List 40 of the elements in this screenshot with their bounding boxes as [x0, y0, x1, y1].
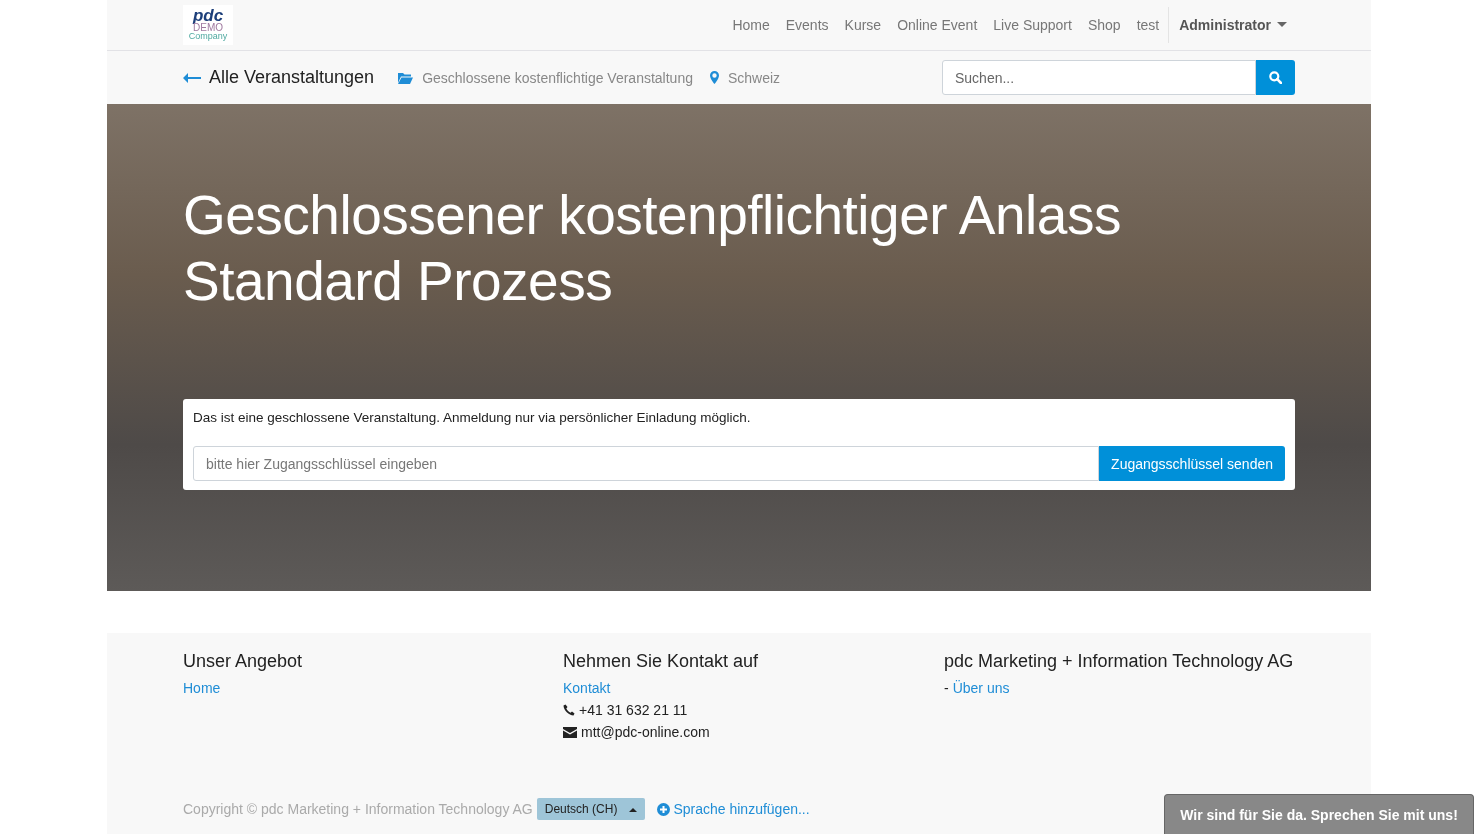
- nav-link[interactable]: test: [1128, 17, 1168, 33]
- folder-icon: [398, 71, 414, 84]
- nav-link[interactable]: Shop: [1079, 17, 1129, 33]
- plus-circle-icon: [657, 802, 671, 816]
- event-title: Geschlossener kostenpflichtiger Anlass Standard Prozess: [183, 183, 1122, 314]
- dash-text: -: [944, 680, 949, 696]
- back-link[interactable]: Alle Veranstaltungen: [183, 67, 375, 88]
- search-icon: [1269, 71, 1282, 84]
- envelope-icon: [563, 726, 577, 738]
- map-pin-icon: [709, 71, 719, 84]
- location-label: Schweiz: [727, 69, 781, 86]
- search-button[interactable]: [1256, 60, 1295, 95]
- footer-heading: pdc Marketing + Information Technology AG: [944, 651, 1295, 672]
- language-select[interactable]: Deutsch (CH): [536, 798, 646, 820]
- nav-link[interactable]: Home: [724, 17, 778, 33]
- nav-link[interactable]: Events: [777, 17, 837, 33]
- copyright-text: Copyright © pdc Marketing + Information Technology AG: [183, 801, 533, 817]
- email-address: mtt@pdc-online.com: [581, 724, 710, 740]
- caret-up-icon: [629, 806, 638, 812]
- search-field[interactable]: Suchen...: [942, 60, 1256, 95]
- footer-link[interactable]: Home: [183, 680, 221, 696]
- arrow-left-icon: [183, 72, 201, 83]
- phone-number: +41 31 632 21 11: [579, 702, 688, 718]
- access-key-field[interactable]: bitte hier Zugangsschlüssel eingeben: [193, 446, 1100, 481]
- footer-heading: Nehmen Sie Kontakt auf: [563, 651, 760, 672]
- chat-button[interactable]: Wir sind für Sie da. Sprechen Sie mit uns!: [1164, 794, 1474, 834]
- category-label: Geschlossene kostenflichtige Veranstaltung: [422, 69, 693, 86]
- footer-heading: Unser Angebot: [183, 651, 304, 672]
- phone-icon: [563, 704, 575, 716]
- caret-icon: [1277, 22, 1287, 28]
- add-language-link[interactable]: Sprache hinzufügen...: [657, 801, 810, 817]
- nav-link[interactable]: Online Event: [889, 17, 986, 33]
- nav-link[interactable]: Live Support: [985, 17, 1080, 33]
- footer-link[interactable]: Kontakt: [563, 680, 611, 696]
- send-key-button[interactable]: Zugangsschlüssel senden: [1099, 446, 1285, 481]
- user-menu[interactable]: Administrator: [1170, 17, 1295, 33]
- nav-link[interactable]: Kurse: [836, 17, 890, 33]
- footer-link[interactable]: Über uns: [952, 680, 1010, 696]
- notice-text: Das ist eine geschlossene Veranstaltung. Anmeldung nur via persönlicher Einladung möglich.: [193, 410, 752, 425]
- logo[interactable]: pdc DEMO Company: [183, 5, 233, 45]
